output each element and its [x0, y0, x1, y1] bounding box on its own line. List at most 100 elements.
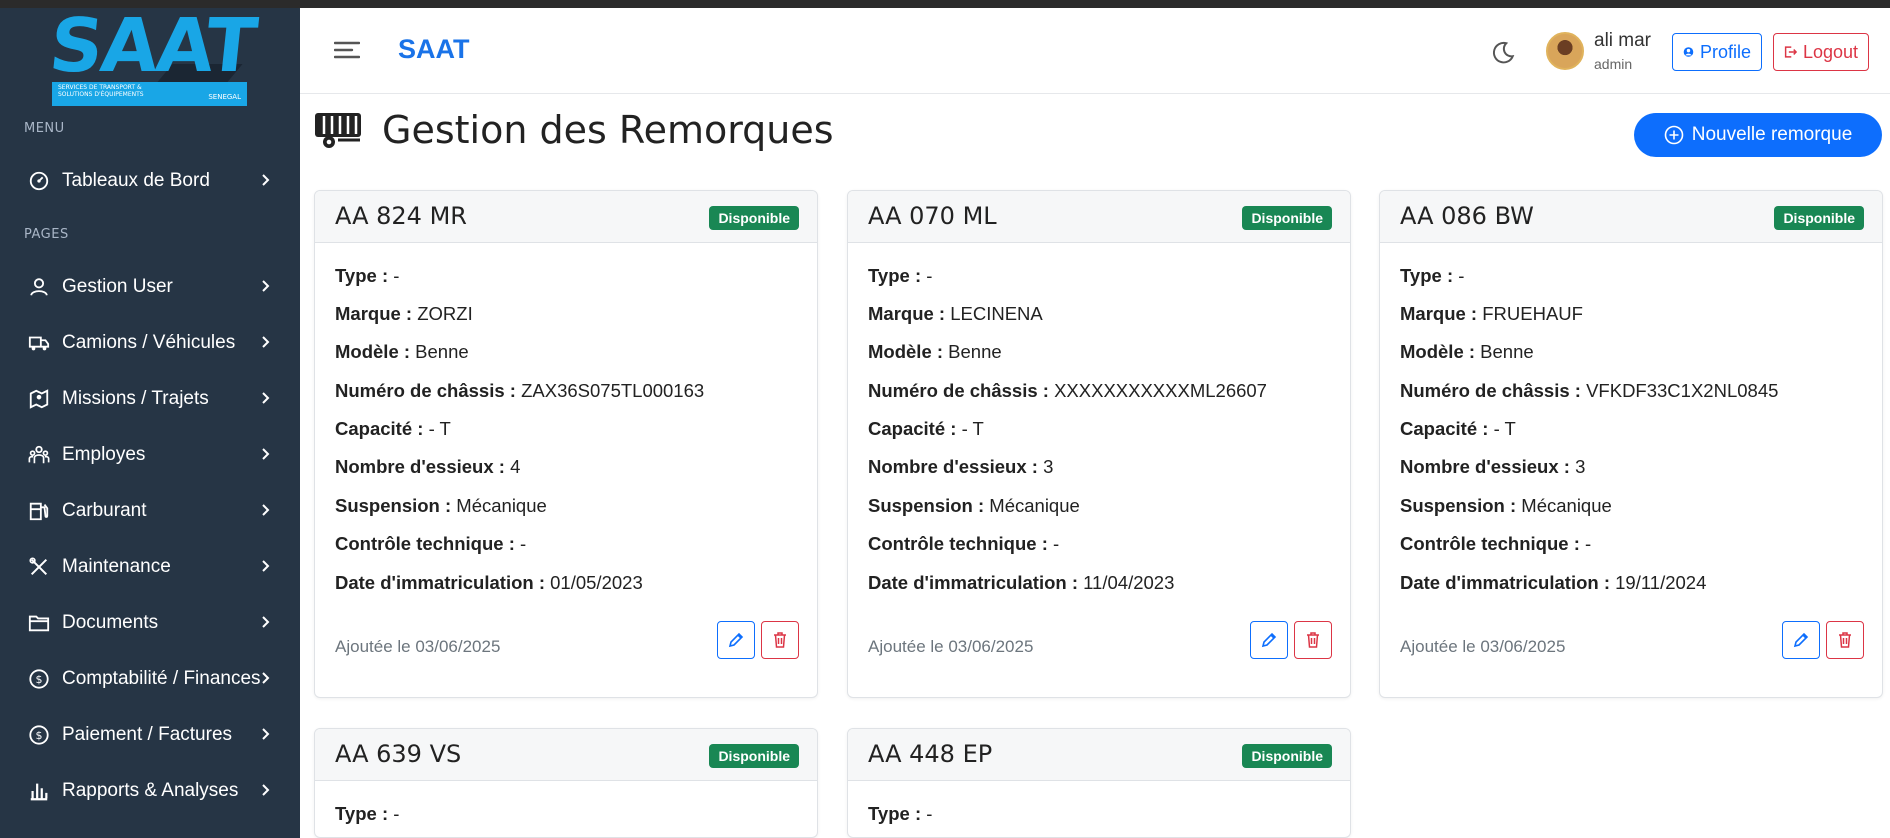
sidebar-item-documents[interactable]: Documents [0, 602, 300, 642]
dark-mode-moon-icon[interactable] [1490, 40, 1516, 66]
field-value: 19/11/2024 [1615, 572, 1707, 593]
user-avatar[interactable] [1546, 32, 1584, 70]
user-circle-icon [1683, 47, 1694, 57]
field-value: 11/04/2023 [1083, 572, 1175, 593]
field-suspension: Suspension : Mécanique [1400, 495, 1612, 517]
header-brand[interactable]: SAAT [398, 34, 470, 65]
chevron-right-icon [262, 728, 270, 740]
field-label: Date d'immatriculation : [1400, 572, 1610, 593]
chevron-right-icon [262, 616, 270, 628]
sidebar-item-label: Camions / Véhicules [62, 332, 236, 353]
fuel-icon [29, 502, 49, 521]
sidebar-item-comptabilite-finances[interactable]: $ Comptabilité / Finances [0, 658, 300, 698]
sidebar-item-gestion-user[interactable]: Gestion User [0, 266, 300, 306]
field-value: - [926, 803, 933, 824]
field-value: - [393, 803, 400, 824]
field-essieux: Nombre d'essieux : 4 [335, 456, 520, 478]
sidebar-item-label: Carburant [62, 500, 147, 521]
logo-country: SENEGAL [208, 93, 241, 101]
field-value: - [926, 265, 933, 286]
field-value: 4 [510, 456, 521, 477]
status-badge: Disponible [1774, 206, 1864, 230]
user-name: ali mar [1594, 30, 1652, 51]
pages-section-label: PAGES [24, 227, 69, 242]
sidebar-item-rapports-analyses[interactable]: Rapports & Analyses [0, 770, 300, 810]
field-label: Type : [868, 265, 922, 286]
sidebar-item-label: Tableaux de Bord [62, 170, 210, 191]
field-controle: Contrôle technique : - [335, 533, 526, 555]
hamburger-menu-icon[interactable] [334, 40, 360, 60]
added-date: Ajoutée le 03/06/2025 [1400, 637, 1566, 656]
edit-button[interactable] [1250, 621, 1288, 659]
sidebar-item-label: Comptabilité / Finances [62, 668, 261, 689]
sidebar-item-missions-trajets[interactable]: Missions / Trajets [0, 378, 300, 418]
logo-subtitle: SERVICES DE TRANSPORT & SOLUTIONS D'ÉQUI… [58, 84, 144, 98]
field-suspension: Suspension : Mécanique [868, 495, 1080, 517]
field-value: - T [428, 418, 451, 439]
field-label: Contrôle technique : [868, 533, 1048, 554]
field-label: Suspension : [335, 495, 452, 516]
sidebar-item-camions-vehicules[interactable]: Camions / Véhicules [0, 322, 300, 362]
coin-icon: $ [29, 669, 49, 689]
field-label: Capacité : [868, 418, 957, 439]
field-capacite: Capacité : - T [1400, 418, 1516, 440]
sidebar-item-carburant[interactable]: Carburant [0, 490, 300, 530]
coin-icon: $ [29, 725, 49, 745]
chevron-right-icon [262, 174, 270, 186]
svg-text:$: $ [36, 729, 43, 742]
logo-band: SERVICES DE TRANSPORT & SOLUTIONS D'ÉQUI… [52, 82, 247, 106]
field-immatriculation: Date d'immatriculation : 11/04/2023 [868, 572, 1174, 594]
field-essieux: Nombre d'essieux : 3 [1400, 456, 1585, 478]
logout-button[interactable]: Logout [1773, 33, 1869, 71]
field-suspension: Suspension : Mécanique [335, 495, 547, 517]
field-label: Type : [1400, 265, 1454, 286]
profile-button[interactable]: Profile [1672, 33, 1762, 71]
added-date: Ajoutée le 03/06/2025 [868, 637, 1034, 656]
delete-button[interactable] [1294, 621, 1332, 659]
card-header: AA 448 EP Disponible [848, 729, 1350, 781]
field-modele: Modèle : Benne [1400, 341, 1534, 363]
saat-logo[interactable]: SAAT SERVICES DE TRANSPORT & SOLUTIONS D… [45, 3, 259, 106]
card-header: AA 070 ML Disponible [848, 191, 1350, 243]
sidebar-item-label: Missions / Trajets [62, 388, 209, 409]
field-label: Contrôle technique : [335, 533, 515, 554]
field-label: Numéro de châssis : [1400, 380, 1581, 401]
delete-button[interactable] [761, 621, 799, 659]
field-value: 01/05/2023 [550, 572, 643, 593]
field-value: - [520, 533, 527, 554]
top-header: SAAT ali mar admin Profile Logout [300, 8, 1890, 94]
chevron-right-icon [262, 504, 270, 516]
chevron-right-icon [262, 448, 270, 460]
field-label: Marque : [335, 303, 413, 324]
sidebar-item-paiement-factures[interactable]: $ Paiement / Factures [0, 714, 300, 754]
field-label: Type : [335, 803, 389, 824]
field-label: Modèle : [1400, 341, 1476, 362]
field-marque: Marque : LECINENA [868, 303, 1043, 325]
sidebar-item-tableaux-de-bord[interactable]: Tableaux de Bord [0, 160, 300, 200]
field-label: Capacité : [335, 418, 424, 439]
field-label: Nombre d'essieux : [868, 456, 1038, 477]
trash-icon [1307, 632, 1319, 648]
chevron-right-icon [262, 560, 270, 572]
trailer-card: AA 448 EP Disponible Type : - [847, 728, 1351, 838]
pencil-icon [1793, 632, 1809, 648]
sidebar-item-maintenance[interactable]: Maintenance [0, 546, 300, 586]
plate-number: AA 448 EP [868, 740, 993, 768]
field-value: Benne [415, 341, 469, 362]
status-badge: Disponible [1242, 744, 1332, 768]
chevron-right-icon [262, 280, 270, 292]
field-label: Nombre d'essieux : [1400, 456, 1570, 477]
sidebar-item-employes[interactable]: Employes [0, 434, 300, 474]
trash-icon [1839, 632, 1851, 648]
sidebar-item-label: Employes [62, 444, 146, 465]
field-type: Type : - [868, 265, 932, 287]
field-label: Modèle : [335, 341, 411, 362]
delete-button[interactable] [1826, 621, 1864, 659]
edit-button[interactable] [1782, 621, 1820, 659]
field-modele: Modèle : Benne [868, 341, 1002, 363]
field-value: FRUEHAUF [1482, 303, 1583, 324]
field-value: - [1053, 533, 1060, 554]
edit-button[interactable] [717, 621, 755, 659]
field-label: Type : [868, 803, 922, 824]
new-trailer-button[interactable]: Nouvelle remorque [1634, 113, 1882, 157]
